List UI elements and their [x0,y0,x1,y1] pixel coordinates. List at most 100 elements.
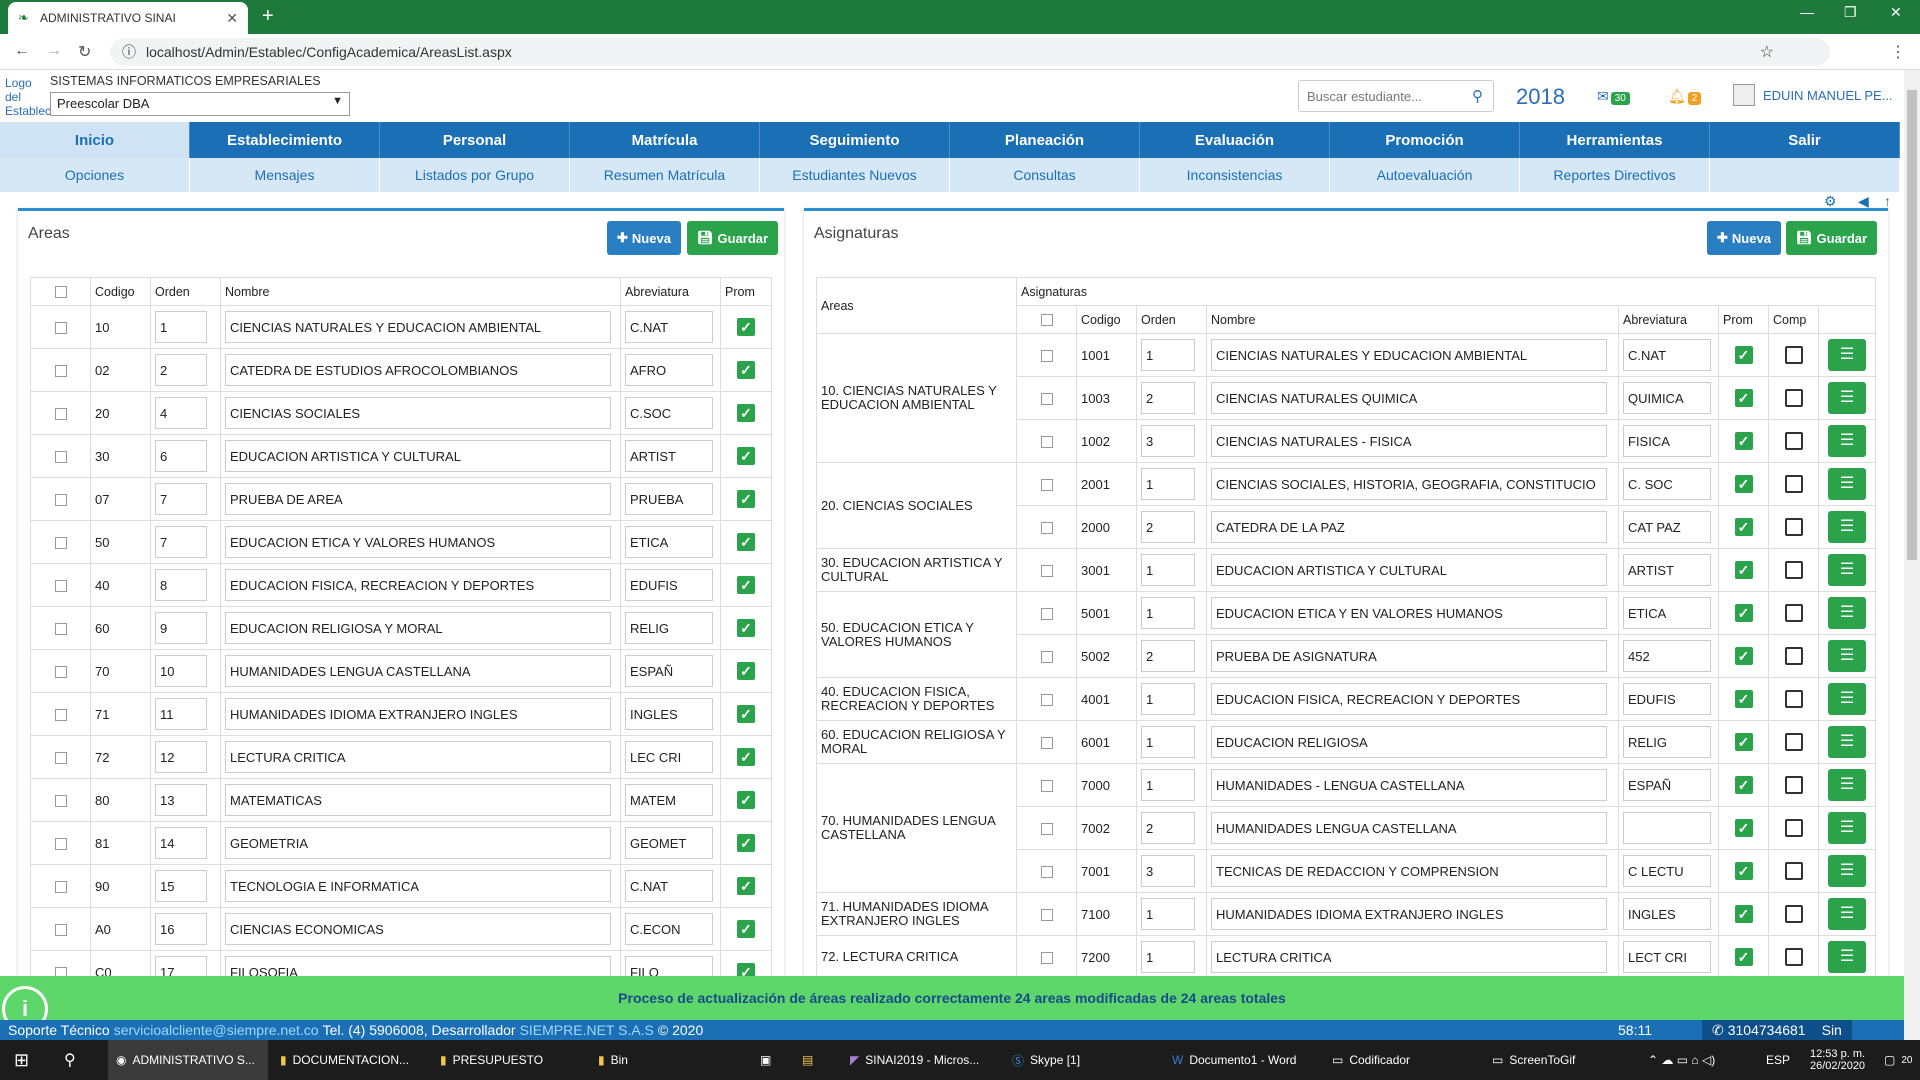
menu-establecimiento[interactable]: Establecimiento [190,122,380,158]
subject-prom-checkbox[interactable]: ✓ [1734,819,1753,837]
area-orden-input[interactable]: 15 [155,870,207,902]
subject-comp-checkbox[interactable] [1784,432,1803,450]
list-icon[interactable]: ☰ [1828,339,1866,371]
subject-row-checkbox[interactable] [1040,952,1053,965]
list-icon[interactable]: ☰ [1828,597,1866,629]
area-nombre-input[interactable]: TECNOLOGIA E INFORMATICA [225,870,611,902]
list-icon[interactable]: ☰ [1828,468,1866,500]
area-prom-checkbox[interactable]: ✓ [737,576,755,594]
subject-row-checkbox[interactable] [1040,565,1053,578]
subject-row-checkbox[interactable] [1040,694,1053,707]
list-icon[interactable]: ☰ [1828,898,1866,930]
menu-matricula[interactable]: Matrícula [570,122,760,158]
subject-orden-input[interactable]: 3 [1141,425,1195,457]
area-prom-checkbox[interactable]: ✓ [737,920,755,938]
language-indicator[interactable]: ESP [1758,1040,1798,1080]
area-orden-input[interactable]: 6 [155,440,207,472]
area-nombre-input[interactable]: GEOMETRIA [225,827,611,859]
year-display[interactable]: 2018 [1516,84,1565,110]
new-area-button[interactable]: ✚ Nueva [607,221,681,255]
area-orden-input[interactable]: 1 [155,311,207,343]
subject-comp-checkbox[interactable] [1784,862,1803,880]
save-areas-button[interactable]: 💾︎ Guardar [687,221,779,255]
subject-orden-input[interactable]: 1 [1141,898,1195,930]
subject-prom-checkbox[interactable]: ✓ [1734,432,1753,450]
area-row-checkbox[interactable] [54,881,67,894]
subject-nombre-input[interactable]: CIENCIAS NATURALES QUIMICA [1211,382,1607,414]
subject-orden-input[interactable]: 3 [1141,855,1195,887]
menu-seguimiento[interactable]: Seguimiento [760,122,950,158]
taskbar-item[interactable]: ▭ Codificador [1324,1040,1418,1080]
area-nombre-input[interactable]: MATEMATICAS [225,784,611,816]
taskbar-item[interactable]: ◉ ADMINISTRATIVO S... [108,1040,268,1080]
subject-prom-checkbox[interactable]: ✓ [1734,690,1753,708]
search-icon[interactable]: ⚲ [1472,87,1483,105]
area-row-checkbox[interactable] [54,580,67,593]
subject-comp-checkbox[interactable] [1784,733,1803,751]
area-row-checkbox[interactable] [54,752,67,765]
area-abrev-input[interactable]: GEOMET [625,827,713,859]
subject-row-checkbox[interactable] [1040,737,1053,750]
submenu-consultas[interactable]: Consultas [950,158,1140,192]
area-orden-input[interactable]: 12 [155,741,207,773]
area-nombre-input[interactable]: CIENCIAS ECONOMICAS [225,913,611,945]
subject-row-checkbox[interactable] [1040,436,1053,449]
subject-abrev-input[interactable]: C. SOC [1623,468,1711,500]
menu-evaluacion[interactable]: Evaluación [1140,122,1330,158]
list-icon[interactable]: ☰ [1828,941,1866,973]
user-menu[interactable]: EDUIN MANUEL PE... [1733,84,1893,106]
area-abrev-input[interactable]: LEC CRI [625,741,713,773]
area-prom-checkbox[interactable]: ✓ [737,447,755,465]
area-orden-input[interactable]: 8 [155,569,207,601]
grade-select[interactable]: Preescolar DBA ▼ [50,92,350,116]
subject-prom-checkbox[interactable]: ✓ [1734,518,1753,536]
subject-row-checkbox[interactable] [1040,780,1053,793]
subject-prom-checkbox[interactable]: ✓ [1734,776,1753,794]
area-nombre-input[interactable]: HUMANIDADES LENGUA CASTELLANA [225,655,611,687]
area-row-checkbox[interactable] [54,408,67,421]
subject-abrev-input[interactable]: CAT PAZ [1623,511,1711,543]
subject-prom-checkbox[interactable]: ✓ [1734,647,1753,665]
subject-comp-checkbox[interactable] [1784,647,1803,665]
subject-row-checkbox[interactable] [1040,393,1053,406]
area-row-checkbox[interactable] [54,666,67,679]
subject-comp-checkbox[interactable] [1784,604,1803,622]
subject-nombre-input[interactable]: TECNICAS DE REDACCION Y COMPRENSION [1211,855,1607,887]
subject-orden-input[interactable]: 1 [1141,468,1195,500]
scrollbar-thumb[interactable] [1907,90,1917,560]
area-prom-checkbox[interactable]: ✓ [737,404,755,422]
area-nombre-input[interactable]: CIENCIAS SOCIALES [225,397,611,429]
new-subject-button[interactable]: ✚ Nueva [1707,221,1781,255]
area-abrev-input[interactable]: ARTIST [625,440,713,472]
support-email-link[interactable]: servicioalcliente@siempre.net.co [114,1022,319,1038]
subject-abrev-input[interactable]: EDUFIS [1623,683,1711,715]
area-orden-input[interactable]: 11 [155,698,207,730]
list-icon[interactable]: ☰ [1828,554,1866,586]
area-orden-input[interactable]: 9 [155,612,207,644]
area-row-checkbox[interactable] [54,365,67,378]
list-icon[interactable]: ☰ [1828,683,1866,715]
restore-icon[interactable]: ❐ [1844,4,1857,21]
subject-orden-input[interactable]: 2 [1141,640,1195,672]
subject-row-checkbox[interactable] [1040,350,1053,363]
area-abrev-input[interactable]: EDUFIS [625,569,713,601]
subject-row-checkbox[interactable] [1040,522,1053,535]
area-orden-input[interactable]: 10 [155,655,207,687]
list-icon[interactable]: ☰ [1828,812,1866,844]
area-abrev-input[interactable]: PRUEBA [625,483,713,515]
subject-comp-checkbox[interactable] [1784,905,1803,923]
subject-nombre-input[interactable]: EDUCACION ARTISTICA Y CULTURAL [1211,554,1607,586]
area-nombre-input[interactable]: EDUCACION ARTISTICA Y CULTURAL [225,440,611,472]
subject-orden-input[interactable]: 1 [1141,339,1195,371]
subject-comp-checkbox[interactable] [1784,819,1803,837]
submenu-reportes[interactable]: Reportes Directivos [1520,158,1710,192]
subject-orden-input[interactable]: 1 [1141,683,1195,715]
taskbar-item[interactable]: ▮ PRESUPUESTO [432,1040,551,1080]
area-orden-input[interactable]: 7 [155,526,207,558]
subject-abrev-input[interactable]: RELIG [1623,726,1711,758]
menu-planeacion[interactable]: Planeación [950,122,1140,158]
subject-abrev-input[interactable]: ARTIST [1623,554,1711,586]
area-abrev-input[interactable]: C.NAT [625,311,713,343]
subject-nombre-input[interactable]: HUMANIDADES IDIOMA EXTRANJERO INGLES [1211,898,1607,930]
submenu-resumen[interactable]: Resumen Matrícula [570,158,760,192]
